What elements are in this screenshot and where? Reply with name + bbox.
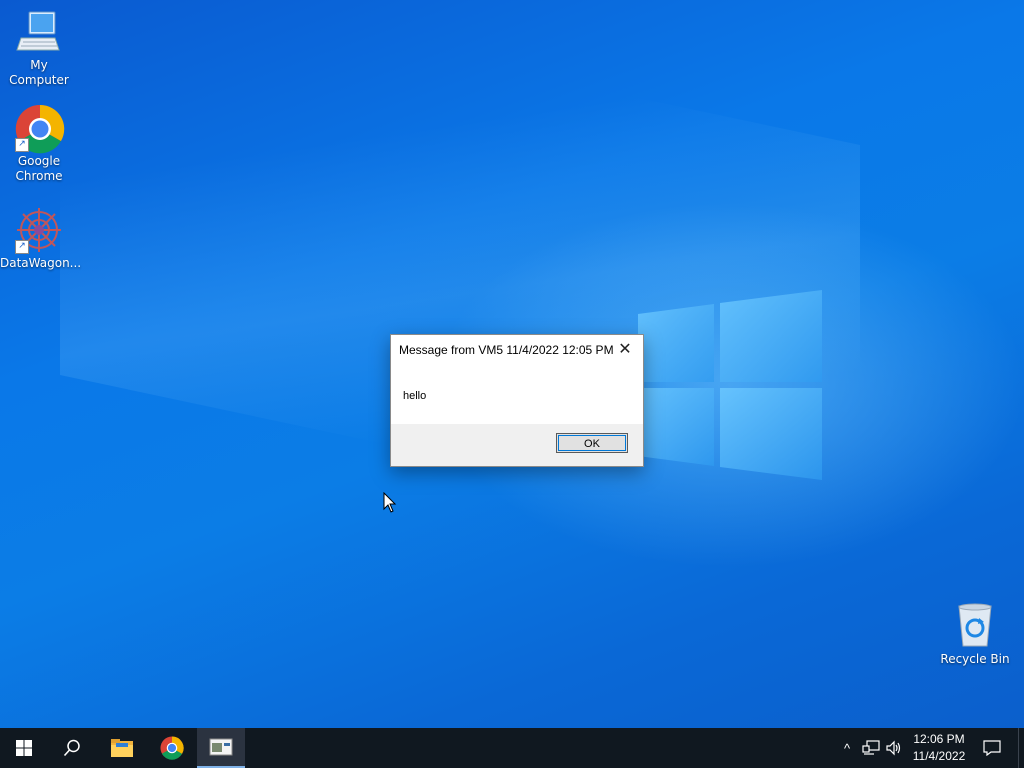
shortcut-arrow-icon: ↗ bbox=[15, 240, 29, 254]
desktop-icon-label: DataWagon... bbox=[0, 256, 82, 270]
computer-icon bbox=[15, 8, 63, 56]
taskbar-file-explorer[interactable] bbox=[98, 728, 146, 768]
shortcut-arrow-icon: ↗ bbox=[15, 138, 29, 152]
ok-button[interactable]: OK bbox=[556, 433, 628, 453]
chevron-up-icon: ^ bbox=[843, 740, 851, 756]
network-button[interactable] bbox=[860, 728, 882, 768]
notification-icon bbox=[983, 740, 1001, 756]
desktop-icon-label: My Computer bbox=[9, 58, 69, 87]
search-button[interactable] bbox=[48, 728, 96, 768]
clock-date: 11/4/2022 bbox=[912, 749, 966, 763]
desktop-icon-google-chrome[interactable]: ↗ Google Chrome bbox=[0, 104, 78, 184]
app-window-icon bbox=[209, 738, 233, 756]
start-button[interactable] bbox=[0, 728, 48, 768]
recycle-bin-icon bbox=[951, 602, 999, 650]
mouse-cursor-icon bbox=[383, 492, 397, 513]
taskbar-google-chrome[interactable] bbox=[148, 728, 196, 768]
dialog-message: hello bbox=[403, 390, 427, 402]
action-center-button[interactable] bbox=[980, 728, 1004, 768]
dialog-title: Message from VM5 11/4/2022 12:05 PM bbox=[399, 343, 614, 357]
show-hidden-icons-button[interactable]: ^ bbox=[836, 728, 858, 768]
desktop-icon-label: Google Chrome bbox=[15, 154, 63, 183]
windows-logo-wallpaper bbox=[638, 290, 822, 480]
desktop-icon-datawagon[interactable]: ↗ DataWagon... bbox=[0, 206, 82, 271]
taskbar-message-window[interactable] bbox=[197, 728, 245, 768]
folder-icon bbox=[111, 739, 133, 757]
clock-time: 12:06 PM bbox=[913, 732, 965, 746]
chrome-icon bbox=[160, 736, 184, 760]
windows-start-icon bbox=[16, 740, 32, 756]
desktop-icon-label: Recycle Bin bbox=[940, 652, 1010, 666]
desktop: My Computer ↗ Google Chrome ↗ DataWagon.… bbox=[0, 0, 1024, 728]
close-icon[interactable]: ✕ bbox=[613, 339, 637, 361]
datawagon-icon: ↗ bbox=[15, 206, 63, 254]
network-icon bbox=[862, 740, 880, 755]
show-desktop-button[interactable] bbox=[1018, 728, 1024, 768]
desktop-icon-recycle-bin[interactable]: Recycle Bin bbox=[936, 602, 1014, 667]
desktop-icon-my-computer[interactable]: My Computer bbox=[0, 8, 78, 88]
message-dialog: Message from VM5 11/4/2022 12:05 PM ✕ he… bbox=[390, 334, 644, 467]
search-icon bbox=[63, 739, 80, 757]
taskbar: ^ 12:06 PM 11/4/2022 bbox=[0, 728, 1024, 768]
dialog-footer: OK bbox=[391, 424, 643, 466]
chrome-icon: ↗ bbox=[15, 104, 65, 154]
taskbar-clock[interactable]: 12:06 PM 11/4/2022 bbox=[902, 731, 976, 765]
speaker-icon bbox=[886, 740, 901, 756]
